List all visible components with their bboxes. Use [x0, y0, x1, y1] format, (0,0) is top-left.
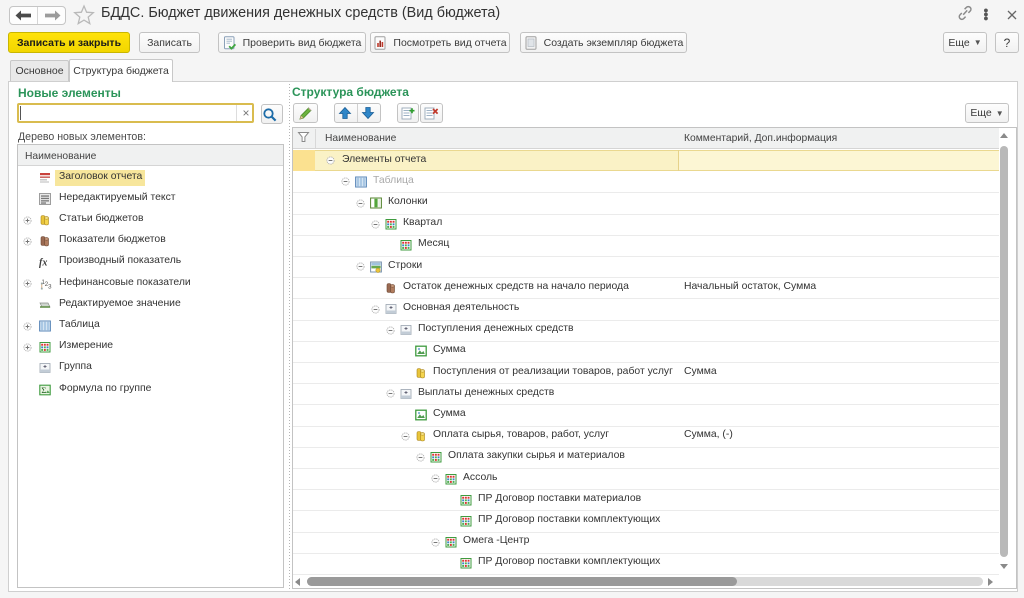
svg-text:3: 3 — [48, 284, 52, 290]
svg-text:fx: fx — [39, 258, 47, 269]
svg-text:Σ: Σ — [41, 385, 46, 395]
